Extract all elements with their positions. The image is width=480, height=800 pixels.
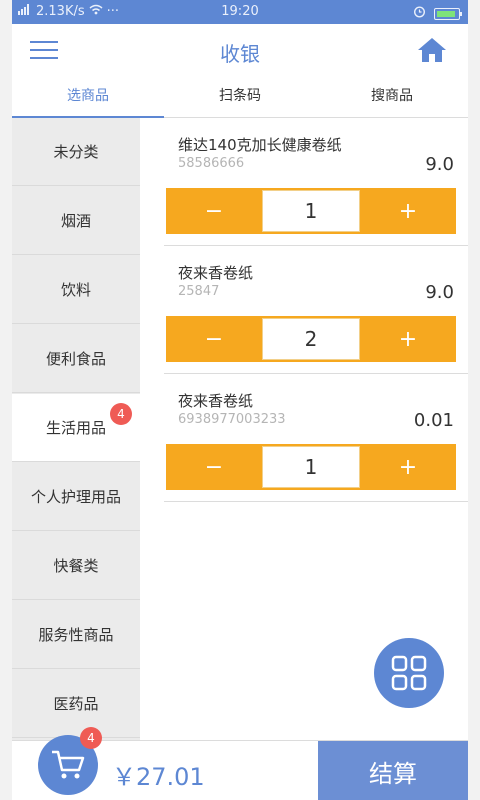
app-header: 收银 [12,24,468,76]
category-item-active[interactable]: 生活用品 4 [12,394,140,462]
category-count-badge: 4 [110,403,132,425]
grid-menu-button[interactable] [374,638,444,708]
decrease-button[interactable]: − [166,188,262,234]
product-barcode: 6938977003233 [178,412,286,427]
product-price: 0.01 [413,410,454,431]
tab-bar: 选商品 扫条码 搜商品 [12,76,468,118]
alarm-icon [413,5,426,22]
category-item[interactable]: 快餐类 [12,532,140,600]
product-name: 夜来香卷纸 [178,392,254,410]
status-time: 19:20 [221,4,259,19]
category-item[interactable]: 烟酒 [12,187,140,255]
category-label: 烟酒 [60,212,91,230]
quantity-value[interactable]: 1 [262,190,360,232]
category-label: 快餐类 [53,557,99,575]
status-bar: 2.13K/s ··· 19:20 [12,0,468,24]
quantity-stepper: − 1 + [166,444,456,490]
category-label: 服务性商品 [38,626,114,644]
category-item[interactable]: 医药品 [12,670,140,738]
quantity-value[interactable]: 2 [262,318,360,360]
product-item: 维达140克加长健康卷纸 58586666 9.0 − 1 + [164,118,468,246]
product-name: 夜来香卷纸 [178,264,254,282]
increase-button[interactable]: + [360,188,456,234]
category-item[interactable]: 便利食品 [12,325,140,393]
product-price: 9.0 [425,154,454,175]
category-label: 生活用品 [45,419,106,437]
quantity-value[interactable]: 1 [262,446,360,488]
tab-search-goods[interactable]: 搜商品 [316,76,468,117]
product-price: 9.0 [425,282,454,303]
product-name: 维达140克加长健康卷纸 [178,136,342,154]
home-icon[interactable] [416,36,448,64]
app-frame: 2.13K/s ··· 19:20 收银 选商品 扫条码 搜商品 未分类 烟酒 … [12,0,468,800]
product-barcode: 58586666 [178,156,245,171]
decrease-button[interactable]: − [166,444,262,490]
category-label: 饮料 [60,281,91,299]
increase-button[interactable]: + [360,444,456,490]
category-item[interactable]: 饮料 [12,256,140,324]
decrease-button[interactable]: − [166,316,262,362]
total-amount: ￥27.01 [112,763,205,791]
tab-scan-barcode[interactable]: 扫条码 [164,76,316,117]
status-right [413,5,462,22]
product-barcode: 25847 [178,284,220,299]
quantity-stepper: − 1 + [166,188,456,234]
checkout-button[interactable]: 结算 [318,741,468,800]
quantity-stepper: − 2 + [166,316,456,362]
category-label: 个人护理用品 [30,488,121,506]
category-label: 未分类 [53,143,99,161]
increase-button[interactable]: + [360,316,456,362]
category-label: 医药品 [53,695,99,713]
product-item: 夜来香卷纸 25847 9.0 − 2 + [164,246,468,374]
cart-count-badge: 4 [80,727,102,749]
checkout-bar: 4 ￥27.01 结算 [12,727,468,800]
category-item[interactable]: 个人护理用品 [12,463,140,531]
category-label: 便利食品 [45,350,106,368]
tab-select-goods[interactable]: 选商品 [12,76,164,118]
category-sidebar: 未分类 烟酒 饮料 便利食品 生活用品 4 个人护理用品 快餐类 服务性商品 医… [12,118,140,740]
cart-icon [52,750,85,779]
product-item: 夜来香卷纸 6938977003233 0.01 − 1 + [164,374,468,502]
battery-icon [434,7,462,20]
page-title: 收银 [220,42,260,66]
category-item[interactable]: 服务性商品 [12,601,140,669]
category-item[interactable]: 未分类 [12,118,140,186]
cart-button[interactable]: 4 [38,727,102,795]
grid-icon [391,655,427,691]
